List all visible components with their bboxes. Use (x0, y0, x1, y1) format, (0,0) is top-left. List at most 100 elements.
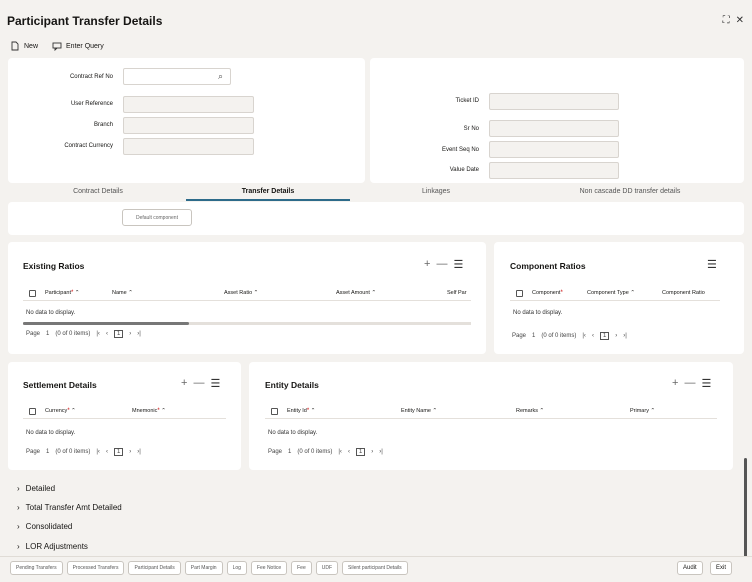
close-icon[interactable]: ✕ (736, 15, 744, 26)
tab-non-cascade[interactable]: Non cascade DD transfer details (538, 188, 722, 195)
udf-button[interactable]: UDF (315, 561, 339, 575)
entity-no-data: No data to display. (268, 430, 318, 436)
h-scrollbar-thumb[interactable] (23, 322, 189, 325)
entity-select-all-checkbox[interactable] (271, 407, 278, 415)
sr-no-input[interactable] (489, 120, 619, 137)
col-component-ratio[interactable]: Component Ratio (662, 290, 705, 296)
prev-page-icon[interactable]: ‹ (592, 333, 594, 339)
prev-page-icon[interactable]: ‹ (106, 449, 108, 455)
default-component-button[interactable]: Default component (122, 209, 192, 226)
col-name[interactable]: Name ⌃ (112, 290, 133, 296)
next-page-icon[interactable]: › (371, 449, 373, 455)
settlement-columns-icon[interactable]: ☰ (210, 377, 220, 390)
first-page-icon[interactable]: |‹ (338, 449, 342, 455)
settlement-remove-icon[interactable]: — (193, 377, 204, 390)
next-page-icon[interactable]: › (129, 449, 131, 455)
pending-transfers-button[interactable]: Pending Transfers (10, 561, 63, 575)
first-page-icon[interactable]: |‹ (582, 333, 586, 339)
enter-query-button[interactable]: Enter Query (52, 41, 104, 51)
component-columns-icon[interactable]: ☰ (707, 258, 717, 271)
select-all-checkbox[interactable] (29, 289, 36, 297)
col-primary[interactable]: Primary ⌃ (630, 408, 655, 414)
pager-page-input[interactable]: 1 (532, 333, 535, 339)
current-page[interactable]: 1 (113, 448, 124, 456)
last-page-icon[interactable]: ›| (379, 449, 383, 455)
col-component-type[interactable]: Component Type ⌃ (587, 290, 635, 296)
exit-button[interactable]: Exit (710, 561, 733, 575)
next-page-icon[interactable]: › (129, 331, 131, 337)
contract-currency-input[interactable] (123, 138, 254, 155)
last-page-icon[interactable]: ›| (137, 331, 141, 337)
sr-no-label: Sr No (463, 126, 479, 132)
columns-icon[interactable]: ☰ (453, 258, 463, 271)
value-date-input[interactable] (489, 162, 619, 179)
col-remarks[interactable]: Remarks ⌃ (516, 408, 544, 414)
col-self-par[interactable]: Self Par (447, 290, 467, 296)
pager-label: Page (268, 449, 283, 455)
silent-participant-button[interactable]: Silent participant Details (342, 561, 408, 575)
v-scrollbar-thumb[interactable] (744, 458, 747, 558)
first-page-icon[interactable]: |‹ (96, 331, 100, 337)
col-mnemonic[interactable]: Mnemonic* ⌃ (132, 408, 166, 414)
col-component[interactable]: Component* (532, 290, 563, 296)
component-select-all-checkbox[interactable] (516, 289, 523, 297)
contract-ref-input[interactable] (123, 68, 231, 85)
value-date-label: Value Date (449, 167, 479, 173)
accordion-lor-adjustments[interactable]: › LOR Adjustments (17, 542, 88, 551)
col-participant[interactable]: Participant* ⌃ (45, 290, 79, 296)
col-entity-name[interactable]: Entity Name ⌃ (401, 408, 437, 414)
col-currency[interactable]: Currency* ⌃ (45, 408, 76, 414)
settlement-title: Settlement Details (23, 380, 97, 390)
accordion-consolidated[interactable]: › Consolidated (17, 522, 72, 531)
current-page[interactable]: 1 (599, 332, 610, 340)
prev-page-icon[interactable]: ‹ (106, 331, 108, 337)
tab-contract-details[interactable]: Contract Details (28, 188, 168, 195)
accordion-detailed[interactable]: › Detailed (17, 484, 55, 493)
pager-page-input[interactable]: 1 (46, 331, 49, 337)
contract-ref-label: Contract Ref No (69, 74, 113, 80)
col-asset-amount[interactable]: Asset Amount ⌃ (336, 290, 376, 296)
pager-label: Page (26, 449, 41, 455)
pager-page-input[interactable]: 1 (288, 449, 291, 455)
branch-input[interactable] (123, 117, 254, 134)
last-page-icon[interactable]: ›| (623, 333, 627, 339)
part-margin-button[interactable]: Part Margin (184, 561, 223, 575)
col-entity-id[interactable]: Entity Id* ⌃ (287, 408, 315, 414)
tab-transfer-details[interactable]: Transfer Details (186, 188, 350, 195)
last-page-icon[interactable]: ›| (137, 449, 141, 455)
event-seq-input[interactable] (489, 141, 619, 158)
audit-button[interactable]: Audit (677, 561, 703, 575)
pager-page-input[interactable]: 1 (46, 449, 49, 455)
settlement-select-all-checkbox[interactable] (29, 407, 36, 415)
new-document-icon (11, 41, 19, 51)
tab-linkages[interactable]: Linkages (358, 188, 514, 195)
settlement-add-icon[interactable]: + (181, 377, 187, 390)
add-icon[interactable]: + (424, 258, 430, 271)
prev-page-icon[interactable]: ‹ (348, 449, 350, 455)
current-page[interactable]: 1 (113, 330, 124, 338)
new-button[interactable]: New (10, 41, 38, 51)
user-reference-input[interactable] (123, 96, 254, 113)
current-page[interactable]: 1 (355, 448, 366, 456)
log-button[interactable]: Log (226, 561, 247, 575)
next-page-icon[interactable]: › (615, 333, 617, 339)
new-label: New (24, 42, 39, 50)
accordion-label: Detailed (25, 484, 56, 493)
entity-remove-icon[interactable]: — (684, 377, 695, 390)
fee-notice-button[interactable]: Fee Notice (250, 561, 288, 575)
entity-columns-icon[interactable]: ☰ (701, 377, 711, 390)
active-tab-indicator (186, 199, 350, 201)
search-icon[interactable]: ⌕ (218, 71, 223, 82)
remove-icon[interactable]: — (436, 258, 447, 271)
col-asset-ratio[interactable]: Asset Ratio ⌃ (224, 290, 258, 296)
accordion-total-transfer[interactable]: › Total Transfer Amt Detailed (17, 503, 122, 512)
entity-add-icon[interactable]: + (672, 377, 678, 390)
ticket-id-input[interactable] (489, 93, 619, 110)
maximize-icon[interactable]: ⛶ (723, 15, 730, 26)
processed-transfers-button[interactable]: Processed Transfers (66, 561, 125, 575)
participant-details-button[interactable]: Participant Details (128, 561, 181, 575)
query-icon (52, 42, 62, 51)
pager-items: (0 of 0 items) (55, 331, 91, 337)
first-page-icon[interactable]: |‹ (96, 449, 100, 455)
fee-button[interactable]: Fee (291, 561, 312, 575)
